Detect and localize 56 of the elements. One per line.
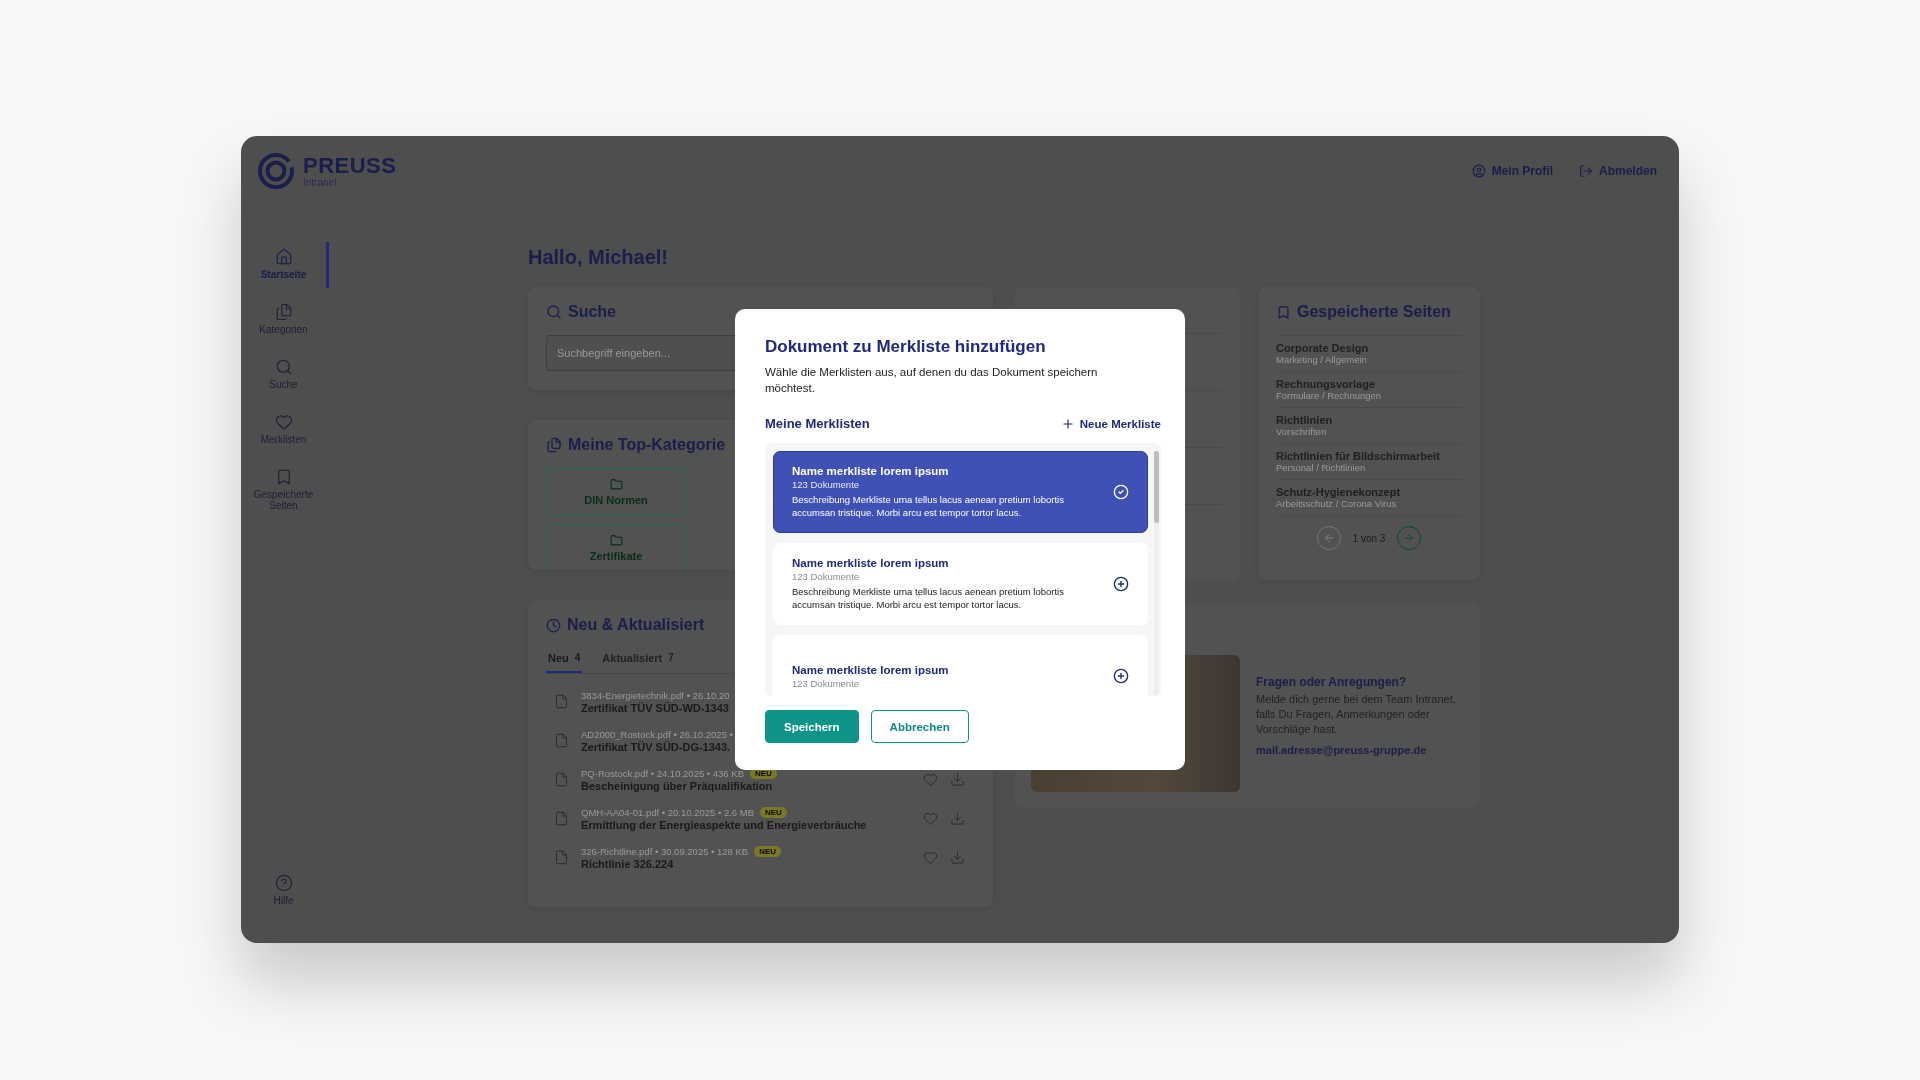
- list-option[interactable]: Name merkliste lorem ipsum 123 Dokumente Beschreibung Merkliste urna tellus lacus aenean pretium lobortis accumsan tristique. Morbi arcu est tempor tortor lacus.: [773, 451, 1148, 534]
- logo-icon: [257, 152, 295, 190]
- heart-icon[interactable]: [923, 850, 938, 865]
- new-badge: NEU: [760, 806, 787, 818]
- new-badge: NEU: [754, 845, 782, 857]
- download-icon[interactable]: [950, 772, 965, 787]
- category-tile[interactable]: DIN Normen: [546, 468, 686, 516]
- plus-icon: [1060, 416, 1075, 431]
- category-tile[interactable]: Zertifikate: [546, 524, 686, 570]
- folder-icon: [609, 478, 623, 491]
- heart-icon: [274, 413, 293, 431]
- plus-circle-icon: [1113, 668, 1129, 685]
- home-icon: [274, 248, 293, 266]
- file-icon: [554, 850, 569, 865]
- section-label: Meine Merklisten: [765, 416, 870, 432]
- file-icon: [554, 811, 569, 826]
- documents-icon: [274, 303, 293, 321]
- arrow-right-icon: [1403, 532, 1416, 544]
- plus-circle-icon: [1113, 576, 1129, 593]
- file-icon: [554, 733, 569, 748]
- list-option[interactable]: Name merkliste lorem ipsum 123 Dokumente: [773, 635, 1148, 697]
- clock-icon: [546, 617, 561, 633]
- file-meta: AD2000_Rostock.pdf • 26.10.2025 •: [581, 728, 733, 740]
- file-icon: [554, 694, 569, 709]
- file-icon: [554, 772, 569, 787]
- cancel-button[interactable]: Abbrechen: [870, 710, 969, 744]
- file-meta: QMH-AA04-01.pdf • 20.10.2025 • 2.6 MB: [581, 806, 754, 818]
- save-button[interactable]: Speichern: [765, 710, 859, 744]
- new-list-button[interactable]: Neue Merkliste: [1060, 416, 1161, 431]
- card-title: Suche: [568, 303, 616, 321]
- logout-icon: [1579, 164, 1593, 178]
- card-title: Neu & Aktualisiert: [567, 616, 705, 634]
- search-icon: [546, 304, 562, 320]
- heart-icon[interactable]: [923, 772, 938, 787]
- document-title[interactable]: Richtlinie 326.224: [581, 857, 911, 870]
- user-icon: [1471, 164, 1486, 178]
- card-title: Gespeicherte Seiten: [1297, 303, 1451, 321]
- arrow-left-icon: [1322, 532, 1335, 544]
- tab[interactable]: Neu 4: [546, 648, 583, 673]
- file-meta: PQ-Rostock.pdf • 24.10.2025 • 436 KB: [581, 767, 744, 779]
- help-icon: [274, 874, 293, 892]
- search-icon: [274, 358, 293, 376]
- document-title[interactable]: Bescheinigung über Präqualifikation: [581, 779, 911, 792]
- folder-icon: [609, 534, 623, 547]
- download-icon[interactable]: [950, 811, 965, 826]
- file-meta: 3834-Energietechnik.pdf • 26.10.20: [581, 689, 730, 701]
- check-circle-icon: [1113, 484, 1129, 501]
- documents-icon: [546, 437, 562, 453]
- scrollbar-thumb[interactable]: [1154, 451, 1159, 524]
- file-meta: 326-Richtline.pdf • 30.09.2025 • 128 KB: [581, 845, 749, 857]
- email-link[interactable]: mail.adresse@preuss-gruppe.de: [1256, 743, 1464, 756]
- document-title[interactable]: Ermittlung der Energieaspekte und Energieverbräuche: [581, 818, 911, 831]
- bookmark-icon: [1276, 304, 1291, 320]
- list-option[interactable]: Name merkliste lorem ipsum 123 Dokumente Beschreibung Merkliste urna tellus lacus aenean pretium lobortis accumsan tristique. Morbi arcu est tempor tortor lacus.: [773, 543, 1148, 626]
- heart-icon[interactable]: [923, 811, 938, 826]
- download-icon[interactable]: [950, 850, 965, 865]
